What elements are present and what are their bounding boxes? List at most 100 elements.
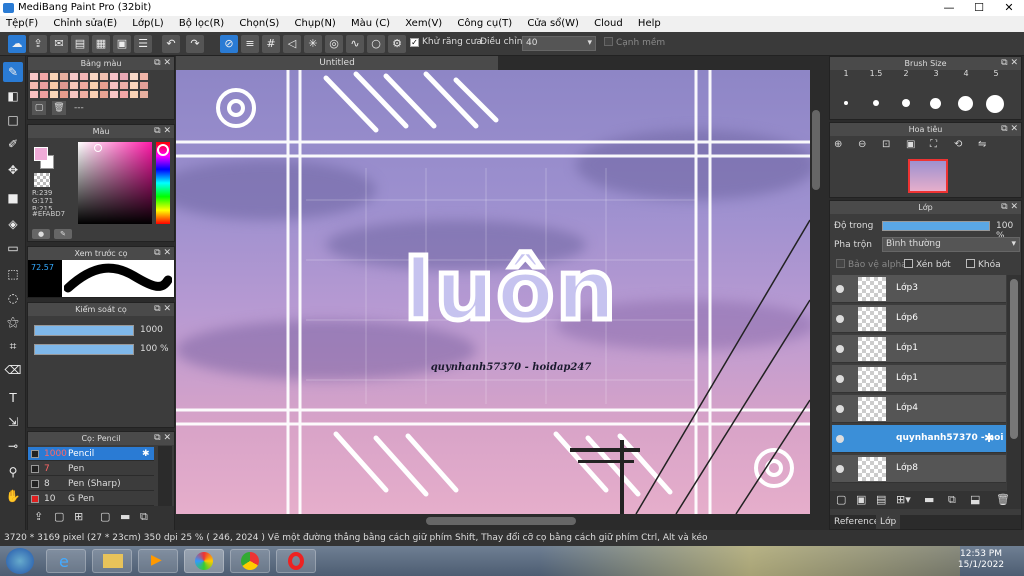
- protect-alpha-checkbox[interactable]: Bảo vệ alpha: [836, 259, 907, 270]
- close-icon[interactable]: ⧉ ✕: [1001, 201, 1018, 214]
- palette-swatch[interactable]: [110, 73, 118, 80]
- circle-snap-icon[interactable]: ◎: [325, 35, 343, 53]
- brush-cloud-icon[interactable]: ⇪: [34, 510, 43, 523]
- new-layer-icon[interactable]: ▢: [836, 493, 846, 506]
- layer-row[interactable]: Lớp8: [832, 455, 1006, 483]
- palette-swatch[interactable]: [110, 91, 118, 98]
- new-layer-8bit-icon[interactable]: ▣: [856, 493, 866, 506]
- picker-cursor[interactable]: [94, 144, 102, 152]
- brush-size-slider[interactable]: [34, 325, 134, 336]
- clock[interactable]: 12:53 PM 15/1/2022: [944, 549, 1018, 571]
- palette-swatch[interactable]: [60, 82, 68, 89]
- actual-size-icon[interactable]: ▣: [906, 139, 920, 153]
- cloud-icon[interactable]: ☁: [8, 35, 26, 53]
- navigator-thumbnail[interactable]: [908, 159, 948, 193]
- layer-row[interactable]: Lớp1: [832, 335, 1006, 363]
- canvas-tab[interactable]: Untitled: [176, 56, 498, 70]
- text-tool-icon[interactable]: T: [3, 388, 23, 408]
- color-dropper-icon[interactable]: ✎: [54, 229, 72, 239]
- size-option[interactable]: 3: [922, 69, 950, 78]
- brush-row[interactable]: 7 Pen: [28, 462, 154, 476]
- eye-icon[interactable]: [836, 465, 844, 473]
- medibang-taskbar-icon[interactable]: [184, 549, 224, 573]
- pen-tool-icon[interactable]: ✐: [3, 134, 23, 154]
- close-icon[interactable]: ⧉ ✕: [154, 247, 171, 260]
- palette-swatch[interactable]: [40, 82, 48, 89]
- palette-swatches[interactable]: [30, 73, 170, 99]
- palette-swatch[interactable]: [80, 91, 88, 98]
- palette-swatch[interactable]: [70, 73, 78, 80]
- new-brush-icon[interactable]: ▢: [54, 510, 64, 523]
- brush-row[interactable]: 10 G Pen: [28, 492, 154, 506]
- canvas-horizontal-scrollbar[interactable]: [176, 514, 810, 528]
- eyedropper-tool-icon[interactable]: ⚲: [3, 462, 23, 482]
- eye-icon[interactable]: [836, 285, 844, 293]
- palette-swatch[interactable]: [130, 82, 138, 89]
- hue-cursor[interactable]: [157, 144, 169, 156]
- palette-swatch[interactable]: [110, 82, 118, 89]
- close-icon[interactable]: ⧉ ✕: [154, 432, 171, 445]
- close-icon[interactable]: ⧉ ✕: [154, 303, 171, 316]
- brush-tool-icon[interactable]: ✎: [3, 62, 23, 82]
- color-mode-icon[interactable]: ●: [32, 229, 50, 239]
- palette-swatch[interactable]: [60, 73, 68, 80]
- folder-icon[interactable]: ▬: [924, 493, 934, 506]
- antialias-checkbox[interactable]: ✓ Khử răng cưa: [410, 37, 482, 47]
- layer-row[interactable]: Lớp6: [832, 305, 1006, 333]
- palette-swatch[interactable]: [30, 82, 38, 89]
- brush-row[interactable]: 8 Pen (Sharp): [28, 477, 154, 491]
- size-option[interactable]: 4: [952, 69, 980, 78]
- palette-swatch[interactable]: [140, 73, 148, 80]
- comment-icon[interactable]: ✉: [50, 35, 68, 53]
- tab-reference[interactable]: Reference: [834, 517, 879, 527]
- cross-snap-icon[interactable]: #: [262, 35, 280, 53]
- transparent-color-swatch[interactable]: [34, 173, 50, 187]
- grid-icon[interactable]: ▣: [113, 35, 131, 53]
- brush-opacity-slider[interactable]: [34, 344, 134, 355]
- palette-swatch[interactable]: [70, 82, 78, 89]
- palette-swatch[interactable]: [40, 91, 48, 98]
- scrollbar-thumb[interactable]: [812, 110, 820, 190]
- move-tool-icon[interactable]: ✥: [3, 160, 23, 180]
- size-dot[interactable]: [873, 100, 879, 106]
- flip-icon[interactable]: ⇋: [978, 139, 992, 153]
- windows-start-icon[interactable]: [6, 548, 34, 574]
- chrome-icon[interactable]: [230, 549, 270, 573]
- palette-swatch[interactable]: [90, 73, 98, 80]
- lasso-tool-icon[interactable]: ◌: [3, 288, 23, 308]
- layer-row[interactable]: Lớp1: [832, 365, 1006, 393]
- size-option[interactable]: 1: [832, 69, 860, 78]
- palette-swatch[interactable]: [100, 91, 108, 98]
- brush-copy-icon[interactable]: ▢: [100, 510, 110, 523]
- add-layer-menu-icon[interactable]: ⊞▾: [896, 493, 911, 506]
- palette-swatch[interactable]: [140, 91, 148, 98]
- menu-filter[interactable]: Bộ lọc(R): [179, 16, 224, 32]
- palette-swatch[interactable]: [130, 73, 138, 80]
- new-palette-icon[interactable]: ▢: [32, 101, 46, 115]
- canvas-artwork[interactable]: luôn quynhanh57370 - hoidap247: [176, 70, 810, 514]
- dropper-tool-icon[interactable]: ⊸: [3, 436, 23, 456]
- size-option[interactable]: 5: [982, 69, 1010, 78]
- eye-icon[interactable]: [836, 345, 844, 353]
- primary-color-swatch[interactable]: [34, 147, 48, 161]
- radial-snap-icon[interactable]: ✳: [304, 35, 322, 53]
- size-dot[interactable]: [958, 96, 973, 111]
- palette-swatch[interactable]: [90, 82, 98, 89]
- palette-swatch[interactable]: [90, 91, 98, 98]
- opera-icon[interactable]: [276, 549, 316, 573]
- palette-swatch[interactable]: [60, 91, 68, 98]
- fill-rect-tool-icon[interactable]: ■: [3, 188, 23, 208]
- merge-layer-icon[interactable]: ⬓: [970, 493, 980, 506]
- palette-swatch[interactable]: [120, 82, 128, 89]
- brush-duplicate-icon[interactable]: ⧉: [140, 510, 148, 524]
- layer-scrollbar[interactable]: [1007, 275, 1021, 493]
- gear-icon[interactable]: ✱: [984, 431, 994, 445]
- select-pen-tool-icon[interactable]: ⌗: [3, 336, 23, 356]
- eye-icon[interactable]: [836, 435, 844, 443]
- menu-color[interactable]: Màu (C): [351, 16, 390, 32]
- palette-swatch[interactable]: [100, 73, 108, 80]
- size-option[interactable]: 2: [892, 69, 920, 78]
- palette-swatch[interactable]: [50, 82, 58, 89]
- eraser-tool-icon[interactable]: ◧: [3, 86, 23, 106]
- menu-window[interactable]: Cửa sổ(W): [527, 16, 579, 32]
